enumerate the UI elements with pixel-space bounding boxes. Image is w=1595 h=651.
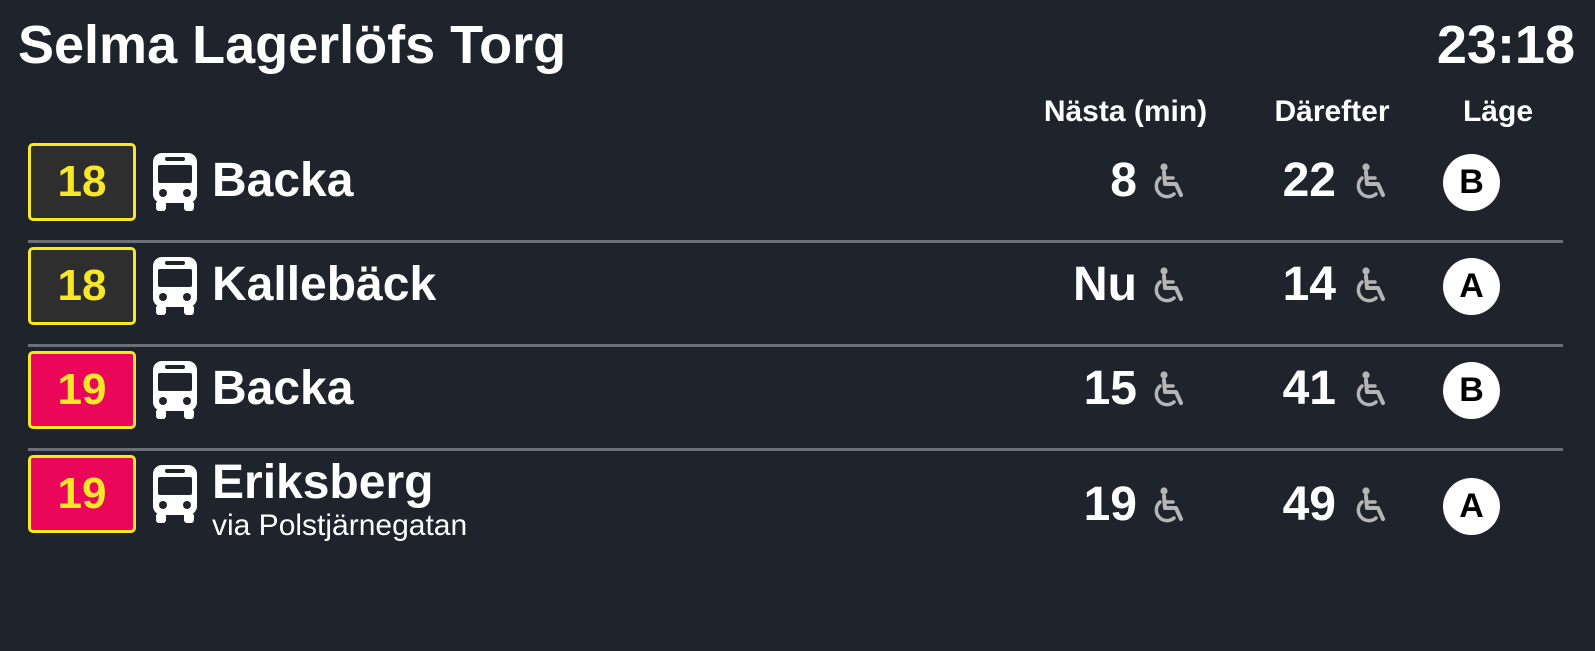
wheelchair-icon — [1356, 163, 1385, 199]
wheelchair-icon — [1154, 267, 1183, 303]
stop-position-badge: B — [1443, 362, 1500, 419]
departure-row: 18 Kallebäck Nu 14 A — [28, 243, 1563, 347]
next-departure: Nu — [1073, 258, 1137, 311]
destination-name: Backa — [212, 362, 354, 415]
stop-position-badge: A — [1443, 478, 1500, 535]
destination: Backa — [212, 361, 353, 417]
departure-list: 18 Backa 8 22 B 18 Kallebäck Nu 14 A 19 … — [28, 139, 1563, 555]
wheelchair-icon — [1356, 267, 1385, 303]
wheelchair-icon — [1356, 371, 1385, 407]
departure-row: 19 Backa 15 41 B — [28, 347, 1563, 451]
next-departure: 15 — [1083, 362, 1137, 415]
wheelchair-icon — [1154, 371, 1183, 407]
column-header-next: Nästa (min) — [1043, 95, 1208, 128]
departure-row: 18 Backa 8 22 B — [28, 139, 1563, 243]
destination-name: Backa — [212, 154, 354, 207]
destination-name: Eriksberg — [212, 456, 434, 509]
following-departure: 49 — [1282, 478, 1336, 531]
destination: Kallebäck — [212, 257, 436, 313]
wheelchair-icon — [1154, 163, 1183, 199]
stop-position-badge: A — [1443, 258, 1500, 315]
wheelchair-icon — [1154, 487, 1183, 523]
stop-position-badge: B — [1443, 154, 1500, 211]
next-departure: 8 — [1110, 154, 1137, 207]
header: Selma Lagerlöfs Torg 23:18 — [0, 0, 1595, 90]
destination: Backa — [212, 153, 353, 209]
line-badge: 18 — [28, 247, 136, 325]
bus-icon — [153, 361, 197, 419]
destination: Eriksberg via Polstjärnegatan — [212, 455, 467, 543]
destination-via: via Polstjärnegatan — [212, 509, 468, 542]
following-departure: 14 — [1282, 258, 1336, 311]
bus-icon — [153, 257, 197, 315]
destination-name: Kallebäck — [212, 258, 437, 311]
bus-icon — [153, 465, 197, 523]
line-badge: 19 — [28, 351, 136, 429]
line-badge: 19 — [28, 455, 136, 533]
column-header-after: Därefter — [1274, 95, 1390, 128]
clock: 23:18 — [1436, 15, 1575, 75]
following-departure: 41 — [1282, 362, 1336, 415]
column-header-position: Läge — [1462, 95, 1534, 128]
line-badge: 18 — [28, 143, 136, 221]
following-departure: 22 — [1282, 154, 1336, 207]
wheelchair-icon — [1356, 487, 1385, 523]
next-departure: 19 — [1083, 478, 1137, 531]
stop-name: Selma Lagerlöfs Torg — [18, 15, 567, 75]
departure-row: 19 Eriksberg via Polstjärnegatan 19 49 A — [28, 451, 1563, 555]
bus-icon — [153, 153, 197, 211]
